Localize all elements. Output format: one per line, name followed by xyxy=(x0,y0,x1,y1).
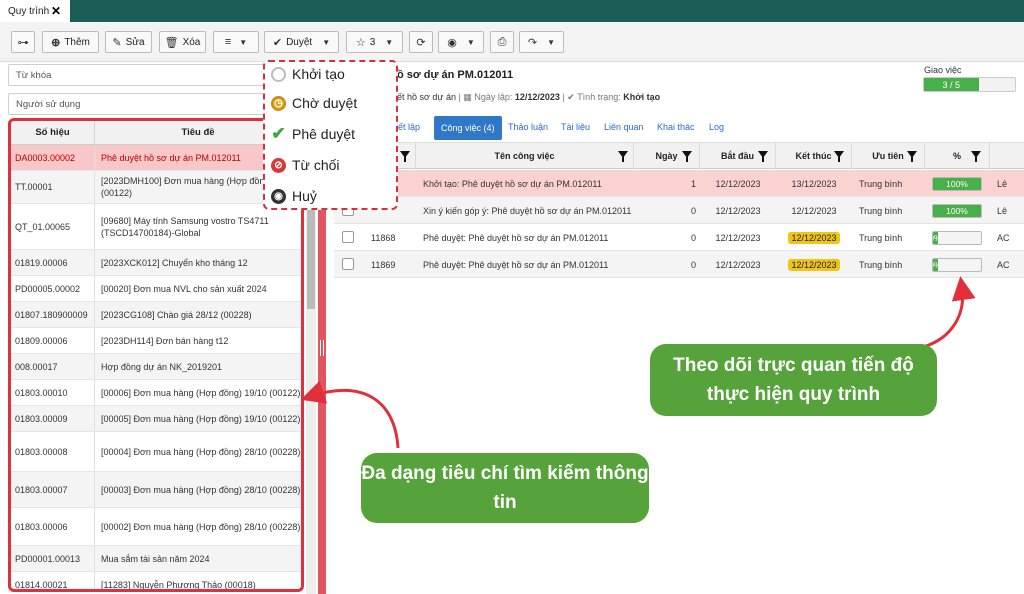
arrow-to-progress xyxy=(925,276,976,348)
arrow-to-list xyxy=(300,380,400,449)
callout-search: Đa dạng tiêu chí tìm kiếm thông tin xyxy=(361,453,649,523)
app-window: Quy trình ✕ ⊶ ⊕ Thêm ✎ Sửa 🗑 Xóa ≡ ▼ ✔ Duyệt ▼… xyxy=(0,0,1024,594)
callout-progress: Theo dõi trực quan tiến độ thực hiện quy… xyxy=(650,344,937,416)
